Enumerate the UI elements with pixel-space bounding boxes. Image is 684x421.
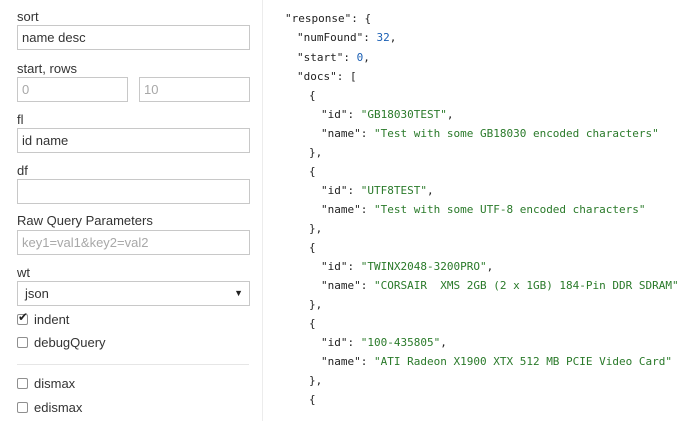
json-line: "numFound": 32,	[297, 31, 397, 44]
sort-label: sort	[17, 9, 39, 24]
raw-params-label: Raw Query Parameters	[17, 213, 153, 228]
doc-id: 100-435805	[367, 336, 434, 349]
section-divider	[17, 364, 249, 365]
json-line: "id": "100-435805",	[321, 336, 447, 349]
json-line: "id": "TWINX2048-3200PRO",	[321, 260, 494, 273]
doc-id: GB18030TEST	[367, 108, 441, 121]
rows-input[interactable]: 10	[139, 77, 250, 102]
json-line: "name": "Test with some GB18030 encoded …	[321, 127, 659, 140]
json-line: "name": "ATI Radeon X1900 XTX 512 MB PCI…	[321, 355, 673, 368]
json-line: "docs": [	[297, 70, 357, 83]
indent-checkbox[interactable]: ✔	[17, 310, 29, 325]
debugquery-checkbox[interactable]	[17, 337, 28, 348]
checkmark-icon: ✔	[18, 310, 29, 324]
doc-name: Test with some GB18030 encoded character…	[380, 127, 653, 140]
wt-select[interactable]: json ▼	[17, 281, 250, 306]
wt-label: wt	[17, 265, 30, 280]
json-line: },	[309, 374, 323, 387]
json-line: },	[309, 146, 323, 159]
df-label: df	[17, 163, 28, 178]
json-line: "response": {	[285, 12, 372, 25]
dismax-label: dismax	[34, 376, 76, 391]
dismax-checkbox[interactable]	[17, 378, 28, 389]
fl-input[interactable]: id name	[17, 128, 250, 153]
wt-select-value: json	[25, 286, 49, 301]
json-line: {	[309, 317, 316, 330]
json-line: "id": "UTF8TEST",	[321, 184, 434, 197]
json-line: "start": 0,	[297, 51, 370, 64]
df-input[interactable]	[17, 179, 250, 204]
edismax-label: edismax	[34, 400, 83, 415]
chevron-down-icon: ▼	[234, 288, 243, 298]
json-line: "name": "CORSAIR XMS 2GB (2 x 1GB) 184-P…	[321, 279, 679, 292]
json-response-panel: "response": { "numFound": 32, "start": 0…	[263, 0, 684, 421]
doc-name: CORSAIR XMS 2GB (2 x 1GB) 184-Pin DDR SD…	[380, 279, 673, 292]
json-line: {	[309, 89, 316, 102]
indent-label: indent	[34, 312, 70, 327]
fl-label: fl	[17, 112, 24, 127]
json-line: {	[309, 241, 316, 254]
json-line: "id": "GB18030TEST",	[321, 108, 454, 121]
debugquery-label: debugQuery	[34, 335, 106, 350]
doc-name: Test with some UTF-8 encoded characters	[380, 203, 639, 216]
doc-name: ATI Radeon X1900 XTX 512 MB PCIE Video C…	[380, 355, 666, 368]
json-line: {	[309, 165, 316, 178]
raw-params-input[interactable]: key1=val1&key2=val2	[17, 230, 250, 255]
numfound-value: 32	[376, 31, 390, 44]
json-line: {	[309, 393, 316, 406]
edismax-checkbox[interactable]	[17, 402, 28, 413]
start-rows-label: start, rows	[17, 61, 77, 76]
json-line: "name": "Test with some UTF-8 encoded ch…	[321, 203, 646, 216]
query-form: sort name desc start, rows 0 10 fl id na…	[0, 0, 262, 421]
doc-id: TWINX2048-3200PRO	[367, 260, 480, 273]
json-line: },	[309, 222, 323, 235]
start-input[interactable]: 0	[17, 77, 128, 102]
sort-input[interactable]: name desc	[17, 25, 250, 50]
doc-id: UTF8TEST	[367, 184, 421, 197]
json-line: },	[309, 298, 323, 311]
